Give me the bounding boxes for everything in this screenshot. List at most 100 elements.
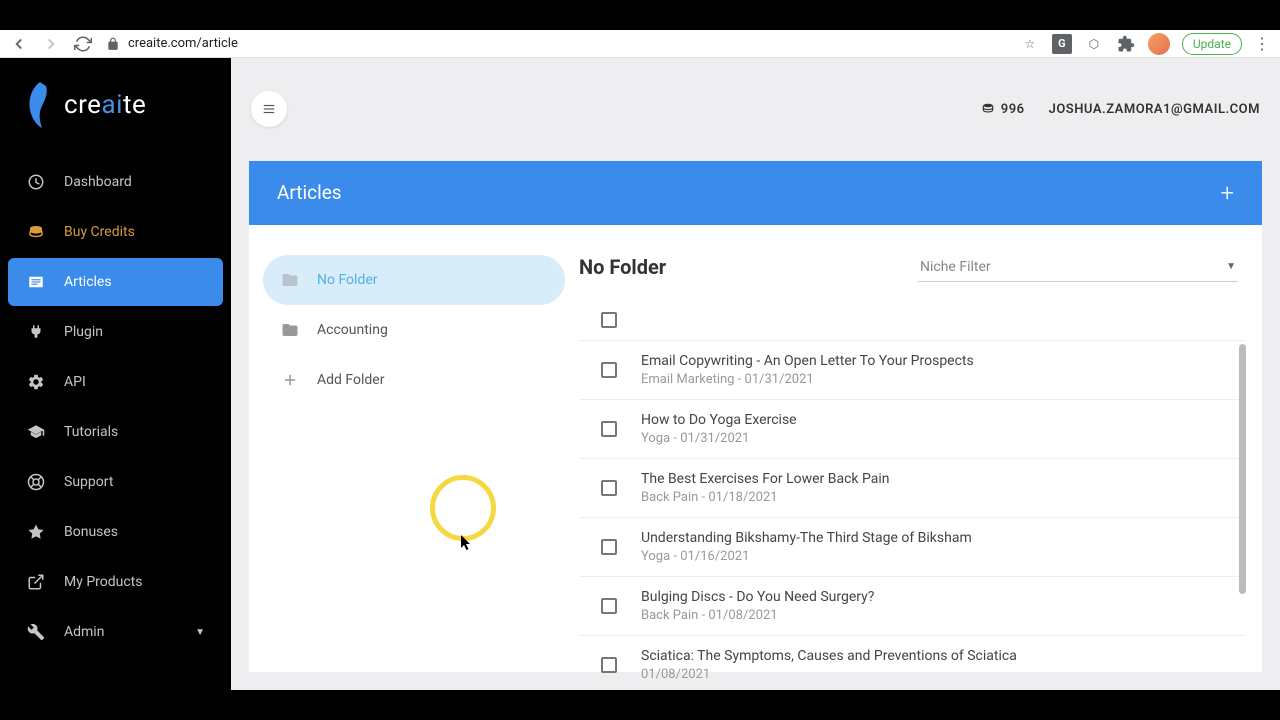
article-row[interactable]: Sciatica: The Symptoms, Causes and Preve…	[579, 636, 1246, 694]
articles-icon	[26, 272, 46, 292]
url-bar[interactable]: creaite.com/article	[106, 36, 1006, 51]
credits-value: 996	[1001, 102, 1025, 117]
article-checkbox[interactable]	[601, 421, 617, 437]
article-checkbox[interactable]	[601, 657, 617, 673]
reload-icon[interactable]	[74, 35, 92, 53]
sidebar-item-label: API	[64, 374, 86, 390]
lock-icon	[106, 37, 120, 51]
update-button[interactable]: Update	[1182, 33, 1242, 55]
article-row[interactable]: How to Do Yoga Exercise Yoga - 01/31/202…	[579, 400, 1246, 459]
tools-icon	[26, 622, 46, 642]
article-row[interactable]: Understanding Bikshamy-The Third Stage o…	[579, 518, 1246, 577]
credits-display: 996	[981, 102, 1025, 117]
hamburger-icon	[262, 102, 276, 116]
article-info: Bulging Discs - Do You Need Surgery? Bac…	[641, 589, 1238, 623]
sidebar-item-label: Tutorials	[64, 424, 118, 440]
lifebuoy-icon	[26, 472, 46, 492]
folder-label: No Folder	[317, 272, 378, 288]
niche-filter-label: Niche Filter	[920, 259, 991, 275]
article-checkbox[interactable]	[601, 362, 617, 378]
hamburger-button[interactable]	[251, 91, 287, 127]
article-checkbox[interactable]	[601, 598, 617, 614]
chevron-down-icon: ▼	[195, 627, 205, 638]
gauge-icon	[26, 172, 46, 192]
folder-icon	[281, 321, 299, 339]
sidebar-item-label: Articles	[64, 274, 112, 290]
topbar: 996 JOSHUA.ZAMORA1@GMAIL.COM	[231, 58, 1280, 161]
plug-icon	[26, 322, 46, 342]
add-article-button[interactable]: +	[1220, 179, 1234, 207]
dropbox-icon[interactable]: ⬡	[1084, 34, 1104, 54]
sidebar-item-buy-credits[interactable]: Buy Credits	[8, 208, 223, 256]
add-folder-button[interactable]: Add Folder	[263, 355, 565, 405]
sidebar-item-bonuses[interactable]: Bonuses	[8, 508, 223, 556]
article-checkbox[interactable]	[601, 480, 617, 496]
browser-nav	[10, 35, 92, 53]
sidebar-item-dashboard[interactable]: Dashboard	[8, 158, 223, 206]
sidebar-item-label: Buy Credits	[64, 224, 135, 240]
article-title: Sciatica: The Symptoms, Causes and Preve…	[641, 648, 1238, 664]
article-row[interactable]: Bulging Discs - Do You Need Surgery? Bac…	[579, 577, 1246, 636]
article-meta: 01/08/2021	[641, 667, 1238, 682]
article-checkbox[interactable]	[601, 539, 617, 555]
star-icon	[26, 522, 46, 542]
nav-list: Dashboard Buy Credits Articles Plugin AP…	[0, 158, 231, 656]
article-title: Understanding Bikshamy-The Third Stage o…	[641, 530, 1238, 546]
browser-right: ☆ G ⬡ Update ⋮	[1020, 33, 1270, 55]
sidebar-item-plugin[interactable]: Plugin	[8, 308, 223, 356]
logo: creaite	[0, 58, 231, 158]
browser-menu-icon[interactable]: ⋮	[1254, 34, 1270, 53]
plus-icon	[281, 371, 299, 389]
article-title: Bulging Discs - Do You Need Surgery?	[641, 589, 1238, 605]
ext-g-icon[interactable]: G	[1052, 34, 1072, 54]
article-meta: Yoga - 01/16/2021	[641, 549, 1238, 564]
sidebar-item-support[interactable]: Support	[8, 458, 223, 506]
graduation-icon	[26, 422, 46, 442]
page-header: Articles +	[249, 161, 1262, 225]
folder-label: Add Folder	[317, 372, 384, 388]
sidebar-item-admin[interactable]: Admin ▼	[8, 608, 223, 656]
article-info: Understanding Bikshamy-The Third Stage o…	[641, 530, 1238, 564]
user-email[interactable]: JOSHUA.ZAMORA1@GMAIL.COM	[1049, 102, 1260, 117]
article-row[interactable]: The Best Exercises For Lower Back Pain B…	[579, 459, 1246, 518]
select-all-checkbox[interactable]	[601, 312, 617, 328]
puzzle-icon[interactable]	[1116, 34, 1136, 54]
folder-no-folder[interactable]: No Folder	[263, 255, 565, 305]
articles-title: No Folder	[579, 255, 666, 279]
star-icon[interactable]: ☆	[1020, 34, 1040, 54]
credits-icon	[981, 102, 995, 116]
sidebar-item-label: Admin	[64, 624, 104, 640]
article-title: How to Do Yoga Exercise	[641, 412, 1238, 428]
browser-chrome: creaite.com/article ☆ G ⬡ Update ⋮	[0, 30, 1280, 58]
articles-panel: No Folder Niche Filter ▼ Email Copywriti…	[579, 225, 1262, 672]
avatar[interactable]	[1148, 33, 1170, 55]
sidebar-item-my-products[interactable]: My Products	[8, 558, 223, 606]
article-title: The Best Exercises For Lower Back Pain	[641, 471, 1238, 487]
select-all-row	[579, 300, 1246, 341]
logo-text: creaite	[64, 90, 146, 120]
letterbox-top	[0, 0, 1280, 30]
sidebar-item-tutorials[interactable]: Tutorials	[8, 408, 223, 456]
sidebar: creaite Dashboard Buy Credits Articles P…	[0, 58, 231, 690]
sidebar-item-label: My Products	[64, 574, 143, 590]
page-title: Articles	[277, 181, 342, 204]
article-meta: Back Pain - 01/18/2021	[641, 490, 1238, 505]
article-info: How to Do Yoga Exercise Yoga - 01/31/202…	[641, 412, 1238, 446]
folder-label: Accounting	[317, 322, 388, 338]
article-info: Sciatica: The Symptoms, Causes and Preve…	[641, 648, 1238, 682]
topbar-right: 996 JOSHUA.ZAMORA1@GMAIL.COM	[981, 102, 1260, 117]
article-row[interactable]: Email Copywriting - An Open Letter To Yo…	[579, 341, 1246, 400]
folder-accounting[interactable]: Accounting	[263, 305, 565, 355]
sidebar-item-label: Dashboard	[64, 174, 132, 190]
main: 996 JOSHUA.ZAMORA1@GMAIL.COM Articles + …	[231, 58, 1280, 690]
letterbox-bottom	[0, 690, 1280, 720]
sidebar-item-api[interactable]: API	[8, 358, 223, 406]
niche-filter-dropdown[interactable]: Niche Filter ▼	[918, 253, 1238, 282]
sidebar-item-articles[interactable]: Articles	[8, 258, 223, 306]
articles-header: No Folder Niche Filter ▼	[579, 253, 1246, 282]
folder-icon	[281, 271, 299, 289]
back-icon[interactable]	[10, 35, 28, 53]
chevron-down-icon: ▼	[1226, 261, 1236, 272]
forward-icon[interactable]	[42, 35, 60, 53]
scrollbar[interactable]	[1239, 344, 1246, 594]
